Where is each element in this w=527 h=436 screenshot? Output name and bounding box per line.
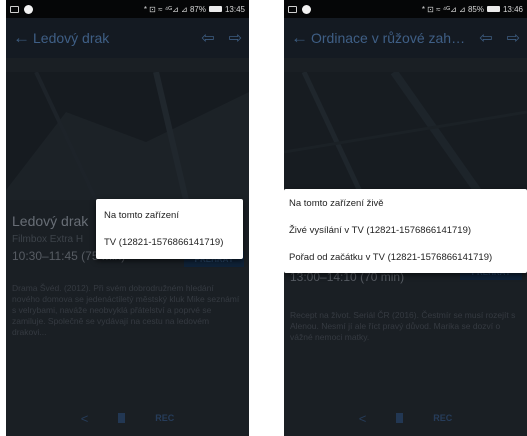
dialog-option-tv-live[interactable]: Živé vysílání v TV (12821-1576866141719) (284, 217, 527, 244)
app-bar: ← Ordinace v růžové zahr... ⇦ ⇨ (284, 18, 527, 58)
bottom-bar: < REC (284, 400, 527, 436)
program-poster (284, 72, 527, 200)
dialog-option-tv[interactable]: TV (12821-1576866141719) (96, 229, 243, 256)
rec-button[interactable]: REC (155, 413, 174, 423)
page-title: Ordinace v růžové zahr... (311, 30, 466, 46)
notification-icon (288, 5, 297, 13)
program-description: Recept na život. Seriál ČR (2016). Čestm… (290, 310, 516, 342)
rec-button[interactable]: REC (433, 413, 452, 423)
program-poster (6, 72, 249, 200)
status-icons-text: * ⊡ ≈ ⁴ᴳ⊿ ⊿ 85% (421, 4, 484, 14)
bottom-bar: < REC (6, 400, 249, 436)
arrow-left-outline-icon[interactable]: ⇦ (201, 28, 214, 48)
battery-icon (208, 6, 222, 12)
status-clock: 13:45 (224, 4, 245, 14)
status-clock: 13:46 (502, 4, 523, 14)
arrow-left-outline-icon[interactable]: ⇦ (479, 28, 492, 48)
status-icons-text: * ⊡ ≈ ⁴ᴳ⊿ ⊿ 87% (143, 4, 206, 14)
notification-icon (10, 5, 19, 13)
bookmark-icon[interactable] (118, 413, 126, 423)
circle-dot-icon (24, 4, 33, 14)
share-icon[interactable]: < (81, 411, 89, 426)
arrow-right-outline-icon[interactable]: ⇨ (229, 28, 242, 48)
status-bar: * ⊡ ≈ ⁴ᴳ⊿ ⊿ 85% 13:46 (284, 0, 527, 18)
status-bar: * ⊡ ≈ ⁴ᴳ⊿ ⊿ 87% 13:45 (6, 0, 249, 18)
play-target-dialog: Na tomto zařízení živě Živé vysílání v T… (284, 189, 527, 273)
arrow-left-icon[interactable]: ← (291, 28, 308, 48)
dialog-option-tv-from-start[interactable]: Pořad od začátku v TV (12821-15768661417… (284, 244, 527, 271)
program-description: Drama Švéd. (2012). Při svém dobrodružné… (12, 283, 240, 337)
circle-dot-icon (302, 4, 311, 14)
app-bar: ← Ledový drak ⇦ ⇨ (6, 18, 249, 58)
page-title: Ledový drak (33, 30, 110, 46)
dialog-option-this-device-live[interactable]: Na tomto zařízení živě (284, 190, 527, 217)
phone-screen-2: * ⊡ ≈ ⁴ᴳ⊿ ⊿ 85% 13:46 ← Ordinace v růžov… (284, 0, 527, 436)
arrow-right-outline-icon[interactable]: ⇨ (507, 28, 520, 48)
arrow-left-icon[interactable]: ← (13, 28, 30, 48)
play-target-dialog: Na tomto zařízení TV (12821-157686614171… (96, 199, 243, 259)
phone-screen-1: * ⊡ ≈ ⁴ᴳ⊿ ⊿ 87% 13:45 ← Ledový drak ⇦ ⇨ … (6, 0, 249, 436)
bookmark-icon[interactable] (396, 413, 404, 423)
dialog-option-this-device[interactable]: Na tomto zařízení (96, 202, 243, 229)
battery-icon (486, 6, 500, 12)
share-icon[interactable]: < (359, 411, 367, 426)
